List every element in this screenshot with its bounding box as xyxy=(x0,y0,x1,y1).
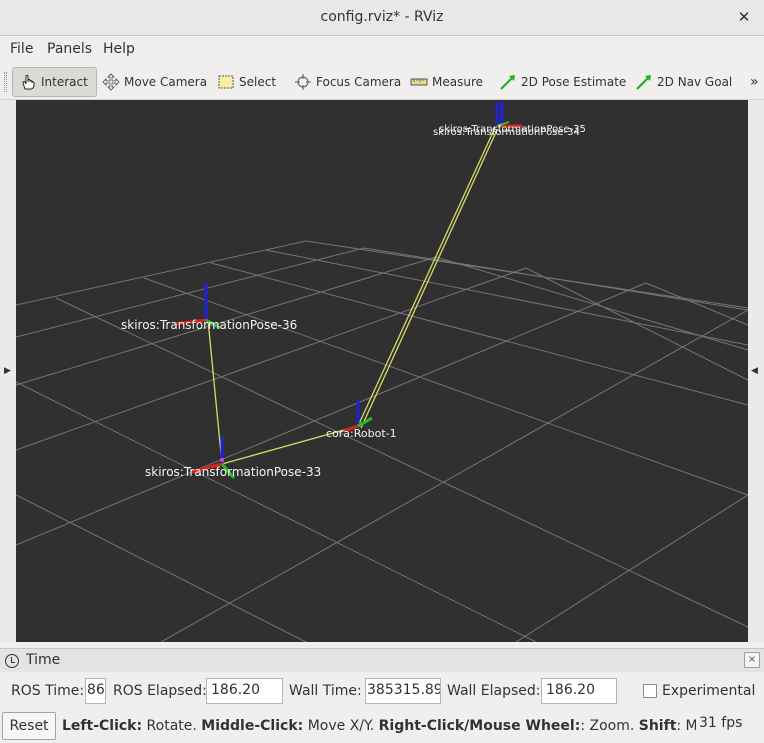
ruler-icon xyxy=(410,78,428,86)
tool-select[interactable]: Select xyxy=(217,67,276,97)
tool-2d-pose-estimate[interactable]: 2D Pose Estimate xyxy=(499,67,626,97)
left-dock-toggle[interactable]: ▶ xyxy=(0,100,16,642)
link-lines xyxy=(207,129,498,465)
hint-right-click-text: : Zoom. xyxy=(580,718,639,734)
tool-interact-label: Interact xyxy=(41,75,88,89)
reset-button[interactable]: Reset xyxy=(2,712,56,740)
tool-2d-pose-estimate-label: 2D Pose Estimate xyxy=(521,75,627,89)
tool-2d-nav-goal-label: 2D Nav Goal xyxy=(657,75,733,89)
frame-label-pose33: skiros:TransformationPose-33 xyxy=(145,465,322,479)
frame-axes-top xyxy=(495,102,522,128)
wall-elapsed-field[interactable]: 186.20 xyxy=(541,678,617,704)
time-panel-header: Time × xyxy=(0,648,764,672)
right-dock-toggle[interactable]: ◀ xyxy=(748,100,764,642)
green-arrow-icon xyxy=(500,75,515,90)
window-title: config.rviz* - RViz xyxy=(320,9,444,25)
title-bar: config.rviz* - RViz ✕ xyxy=(0,0,764,36)
expand-right-arrow-icon: ▶ xyxy=(4,366,11,376)
time-panel-fields: ROS Time: 86 ROS Elapsed: 186.20 Wall Ti… xyxy=(0,674,764,708)
move-arrows-icon xyxy=(102,73,120,91)
hint-shift: Shift xyxy=(638,718,677,734)
status-bar: Reset Left-Click: Rotate. Middle-Click: … xyxy=(0,709,764,743)
tool-move-camera[interactable]: Move Camera xyxy=(102,67,207,97)
tool-interact[interactable]: Interact xyxy=(12,67,97,97)
toolbar-grip-handle[interactable] xyxy=(4,72,7,92)
crosshair-icon xyxy=(295,74,311,90)
mouse-hint-text: Left-Click: Rotate. Middle-Click: Move X… xyxy=(62,718,696,734)
wall-time-label: Wall Time: xyxy=(289,683,362,699)
green-arrow-icon xyxy=(636,75,651,90)
frame-label-top-b: skiros:TransformationPose-34 xyxy=(433,127,580,138)
wall-time-field[interactable]: 385315.89 xyxy=(365,678,441,704)
menu-file[interactable]: File xyxy=(10,41,33,57)
experimental-label: Experimental xyxy=(662,683,756,699)
tool-bar: Interact Move Camera Select Focus Camera… xyxy=(0,64,764,100)
scene-canvas xyxy=(16,102,748,642)
select-box-icon xyxy=(218,75,234,89)
toolbar-overflow-button[interactable]: » xyxy=(750,67,759,97)
rviz-window: config.rviz* - RViz ✕ File Panels Help I… xyxy=(0,0,764,743)
clock-icon xyxy=(5,654,19,668)
time-panel-title: Time xyxy=(26,652,61,668)
tool-focus-camera[interactable]: Focus Camera xyxy=(294,67,401,97)
tool-select-label: Select xyxy=(239,75,277,89)
hint-right-click: Right-Click/Mouse Wheel: xyxy=(378,718,581,734)
close-window-button[interactable]: ✕ xyxy=(734,7,754,27)
menu-panels[interactable]: Panels xyxy=(47,41,92,57)
frame-label-pose36: skiros:TransformationPose-36 xyxy=(121,318,298,332)
tool-focus-camera-label: Focus Camera xyxy=(316,75,402,89)
hint-left-click-text: Rotate. xyxy=(142,718,202,734)
hint-middle-click-text: Move X/Y. xyxy=(303,718,379,734)
time-panel-close-button[interactable]: × xyxy=(744,652,760,668)
tool-measure-label: Measure xyxy=(432,75,483,89)
tool-2d-nav-goal[interactable]: 2D Nav Goal xyxy=(635,67,732,97)
ros-elapsed-field[interactable]: 186.20 xyxy=(206,678,283,704)
expand-left-arrow-icon: ◀ xyxy=(751,366,758,376)
ros-time-label: ROS Time: xyxy=(11,683,85,699)
ros-time-field[interactable]: 86 xyxy=(85,678,106,704)
hint-middle-click: Middle-Click: xyxy=(201,718,304,734)
wall-elapsed-label: Wall Elapsed: xyxy=(447,683,541,699)
experimental-checkbox[interactable] xyxy=(643,684,657,698)
tool-measure[interactable]: Measure xyxy=(410,67,483,97)
hint-left-click: Left-Click: xyxy=(62,718,143,734)
hand-pointer-icon xyxy=(22,74,35,90)
ground-grid xyxy=(16,240,748,642)
menu-bar: File Panels Help xyxy=(0,37,764,63)
hint-shift-text: : More opti xyxy=(676,718,696,734)
3d-render-viewport[interactable]: skiros:TransformationPose-36 skiros:Tran… xyxy=(16,100,748,642)
frame-label-robot: cora:Robot-1 xyxy=(326,427,397,440)
fps-counter: 31 fps xyxy=(699,715,743,731)
ros-elapsed-label: ROS Elapsed: xyxy=(113,683,207,699)
tool-move-camera-label: Move Camera xyxy=(124,75,208,89)
menu-help[interactable]: Help xyxy=(103,41,135,57)
